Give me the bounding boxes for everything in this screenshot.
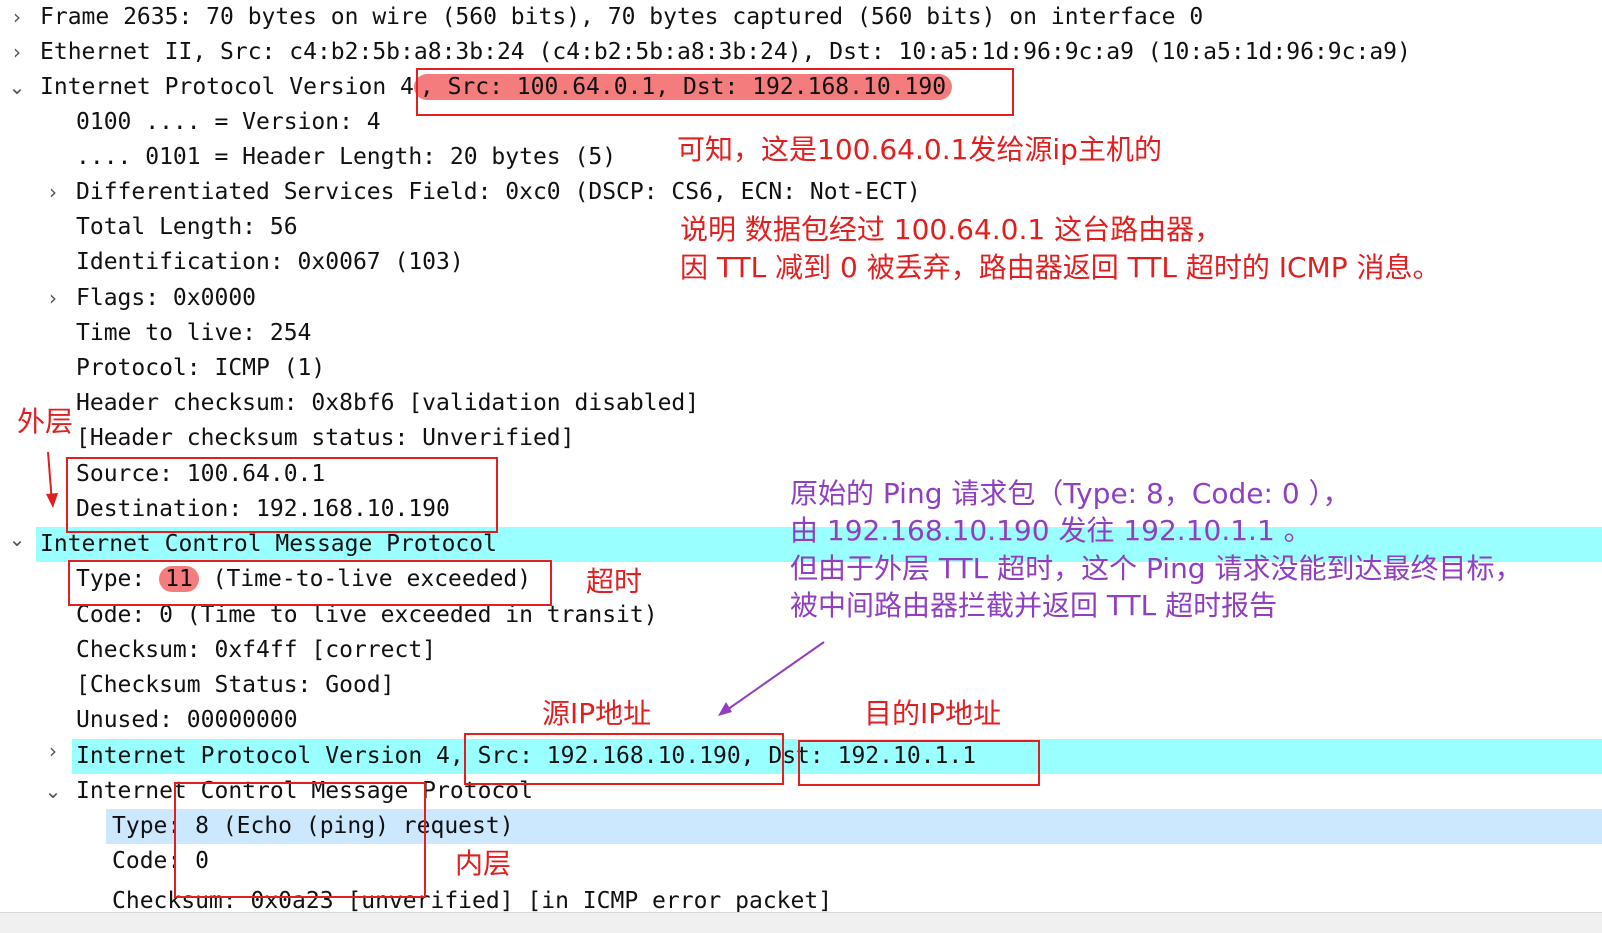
purple-arrow-head [718, 702, 732, 716]
purple-arrow-line [723, 641, 825, 713]
annotation-arrows [46, 451, 825, 716]
outer-arrow-head [46, 493, 58, 508]
